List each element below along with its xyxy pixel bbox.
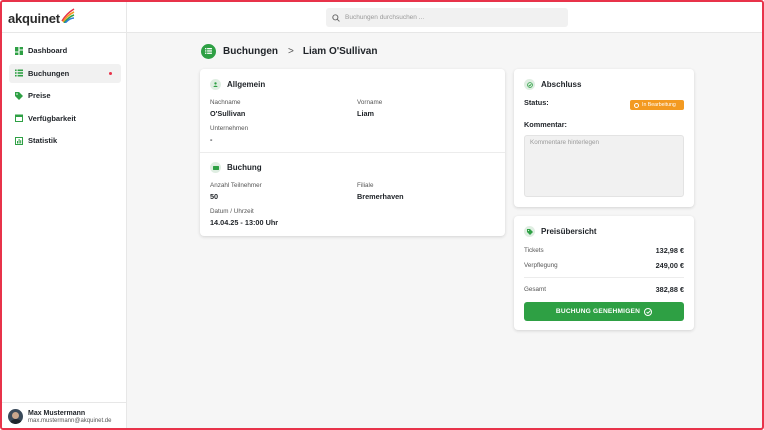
approve-booking-button[interactable]: BUCHUNG GENEHMIGEN	[524, 302, 684, 321]
price-row-catering: Verpflegung 249,00 €	[524, 261, 684, 270]
field-lastname: Nachname O'Sullivan	[210, 99, 245, 118]
breadcrumb: Buchungen > Liam O'Sullivan	[201, 43, 377, 59]
total-value: 382,88 €	[655, 285, 684, 294]
branch-value: Bremerhaven	[357, 192, 404, 201]
top-bar: akquinet	[2, 2, 762, 33]
booking-title: Buchung	[227, 163, 262, 172]
sidebar-item-label: Verfügbarkeit	[28, 113, 76, 123]
price-title: Preisübersicht	[541, 227, 597, 236]
sidebar-nav: Dashboard Buchungen Preise Verfügbarkeit…	[9, 41, 121, 154]
logo-text: akquinet	[8, 10, 60, 26]
sidebar-item-label: Statistik	[28, 136, 58, 145]
datetime-value: 14.04.25 - 13:00 Uhr	[210, 218, 279, 227]
breadcrumb-section-link[interactable]: Buchungen	[223, 46, 278, 57]
notification-dot	[108, 71, 112, 75]
firstname-label: Vorname	[357, 99, 383, 106]
status-label: Status:	[524, 98, 549, 107]
general-section-title: Allgemein	[210, 79, 265, 90]
tag-icon	[15, 91, 23, 100]
status-badge: In Bearbeitung	[630, 100, 684, 110]
catering-label: Verpflegung	[524, 262, 558, 269]
search-input[interactable]	[345, 14, 545, 21]
company-label: Unternehmen	[210, 125, 249, 132]
comments-label: Kommentar:	[524, 120, 567, 129]
user-name: Max Mustermann	[28, 409, 86, 417]
logo[interactable]: akquinet	[8, 8, 75, 28]
sidebar-item-label: Buchungen	[28, 68, 70, 78]
sidebar-item-label: Dashboard	[28, 46, 68, 55]
sidebar-item-dashboard[interactable]: Dashboard	[9, 41, 121, 60]
status-badge-text: In Bearbeitung	[642, 102, 676, 108]
avatar	[8, 409, 23, 424]
field-participants: Anzahl Teilnehmer 50	[210, 182, 262, 201]
sidebar: Dashboard Buchungen Preise Verfügbarkeit…	[2, 33, 127, 428]
list-icon	[201, 43, 216, 59]
price-row-tickets: Tickets 132,98 €	[524, 246, 684, 255]
price-row-total: Gesamt 382,88 €	[524, 285, 684, 294]
branch-label: Filiale	[357, 182, 374, 189]
total-label: Gesamt	[524, 286, 547, 293]
sidebar-item-preise[interactable]: Preise	[9, 86, 121, 105]
clock-icon	[634, 102, 639, 108]
general-title: Allgemein	[227, 80, 266, 89]
tickets-label: Tickets	[524, 247, 544, 254]
firstname-value: Liam	[357, 109, 375, 118]
user-profile[interactable]: Max Mustermann max.mustermann@akquinet.d…	[2, 402, 126, 428]
check-circle-icon	[524, 79, 535, 90]
search-box[interactable]	[326, 8, 568, 27]
calendar-icon	[15, 114, 23, 122]
field-company: Unternehmen -	[210, 125, 248, 144]
tag-icon	[524, 226, 535, 237]
approve-button-label: BUCHUNG GENEHMIGEN	[555, 308, 641, 315]
lastname-label: Nachname	[210, 99, 241, 106]
comments-textarea[interactable]	[524, 135, 684, 197]
logo-swoosh-icon	[61, 8, 75, 23]
app-window: akquinet Dashboard	[0, 0, 764, 430]
lastname-value: O'Sullivan	[210, 109, 246, 118]
ticket-icon	[210, 162, 221, 173]
check-circle-icon	[644, 307, 653, 316]
user-email: max.mustermann@akquinet.de	[28, 417, 112, 424]
chart-icon	[15, 136, 23, 145]
topbar-divider	[126, 2, 127, 33]
participants-label: Anzahl Teilnehmer	[210, 182, 262, 189]
completion-section-title: Abschluss	[524, 79, 581, 90]
person-icon	[210, 79, 221, 90]
section-divider	[200, 152, 505, 153]
sidebar-item-verfuegbarkeit[interactable]: Verfügbarkeit	[9, 109, 121, 128]
sidebar-item-buchungen[interactable]: Buchungen	[9, 63, 121, 83]
dashboard-icon	[15, 46, 23, 55]
completion-title: Abschluss	[541, 80, 582, 89]
tickets-value: 132,98 €	[655, 246, 684, 255]
list-icon	[15, 69, 23, 77]
price-divider	[524, 277, 684, 278]
field-datetime: Datum / Uhrzeit 14.04.25 - 13:00 Uhr	[210, 208, 278, 227]
price-section-title: Preisübersicht	[524, 226, 597, 237]
breadcrumb-separator: >	[288, 45, 294, 57]
field-firstname: Vorname Liam	[357, 99, 382, 118]
page-title: Liam O'Sullivan	[302, 45, 378, 57]
participants-value: 50	[210, 192, 219, 201]
datetime-label: Datum / Uhrzeit	[210, 208, 254, 215]
field-branch: Filiale Bremerhaven	[357, 182, 404, 201]
sidebar-item-statistik[interactable]: Statistik	[9, 131, 121, 150]
company-value: -	[210, 135, 213, 144]
sidebar-item-label: Preise	[28, 91, 51, 100]
catering-value: 249,00 €	[655, 261, 684, 270]
search-icon	[332, 13, 340, 22]
booking-section-title: Buchung	[210, 162, 262, 173]
